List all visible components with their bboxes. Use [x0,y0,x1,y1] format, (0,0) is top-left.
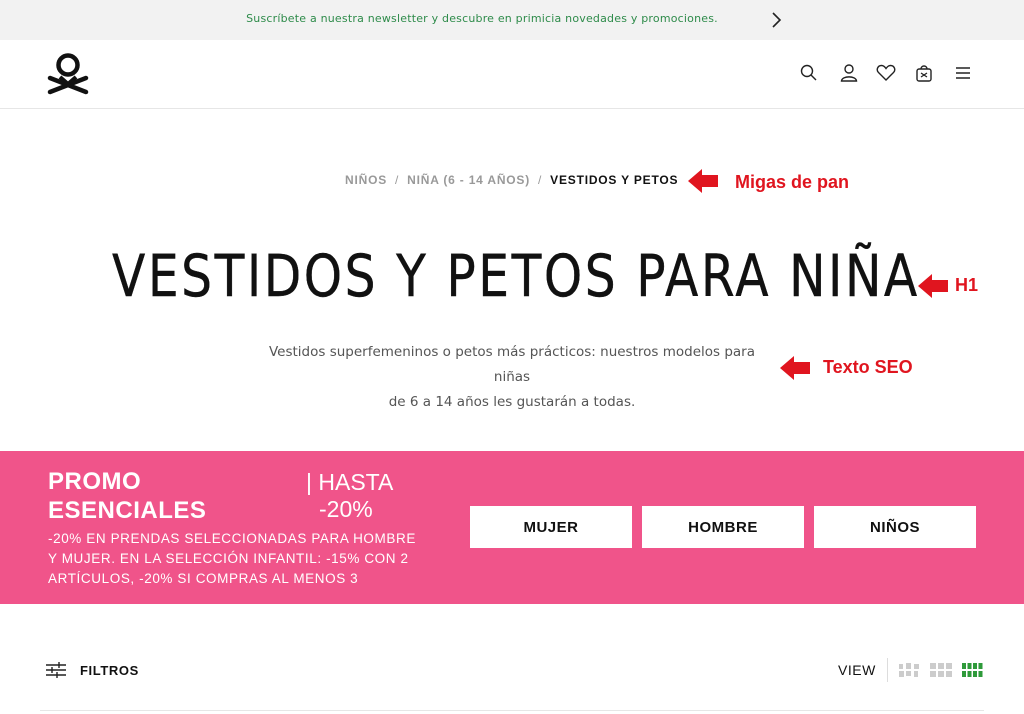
breadcrumb-separator: / [395,173,400,187]
filters-button[interactable]: FILTROS [44,658,139,682]
grid-small-icon[interactable] [961,662,985,678]
promo-button-hombre[interactable]: HOMBRE [642,506,804,548]
promo-title: PROMO ESENCIALES [48,467,206,525]
annotation-seo: Texto SEO [823,357,913,377]
filters-icon [46,662,66,678]
divider [887,658,888,682]
seo-text: Vestidos superfemeninos o petos más prác… [250,340,774,415]
promo-button-mujer[interactable]: MUJER [470,506,632,548]
annotation-arrow-icon [918,274,948,298]
breadcrumb-link-ninos[interactable]: NIÑOS [345,173,387,187]
menu-icon[interactable] [952,62,974,84]
promo-discount-label: | HASTA [306,469,394,495]
newsletter-text[interactable]: Suscríbete a nuestra newsletter y descub… [0,12,964,25]
promo-title-line: PROMO [48,468,142,495]
promo-button-ninos[interactable]: NIÑOS [814,506,976,548]
benetton-logo[interactable] [46,52,90,96]
annotation-arrow-icon [688,169,718,193]
newsletter-bar[interactable]: Suscríbete a nuestra newsletter y descub… [0,0,1024,40]
breadcrumb-current: VESTIDOS Y PETOS [550,173,679,187]
heart-icon[interactable] [875,62,897,84]
filters-label: FILTROS [80,662,139,678]
grid-medium-icon[interactable] [929,662,953,678]
seo-text-line: de 6 a 14 años les gustarán a todas. [388,394,636,410]
grid-large-icon[interactable] [897,662,921,678]
annotation-arrow-icon [780,356,810,380]
divider [40,710,984,711]
breadcrumb-separator: / [538,173,543,187]
seo-text-line: Vestidos superfemeninos o petos más prác… [268,344,756,385]
page-title: VESTIDOS Y PETOS PARA NIÑA [112,242,920,310]
promo-description: -20% EN PRENDAS SELECCIONADAS PARA HOMBR… [48,531,416,586]
user-icon[interactable] [838,62,860,84]
promo-banner: PROMO ESENCIALES | HASTA -20% -20% EN PR… [0,451,1024,604]
search-icon[interactable] [798,62,820,84]
bag-icon[interactable] [913,62,935,84]
promo-title-line: ESENCIALES [48,497,207,524]
chevron-right-icon[interactable] [768,10,786,30]
promo-discount-value: -20% [319,496,373,522]
promo-discount: | HASTA -20% [306,469,393,523]
breadcrumb-link-nina[interactable]: NIÑA (6 - 14 AÑOS) [407,173,530,187]
annotation-h1: H1 [955,275,979,295]
site-header [0,40,1024,109]
view-label: VIEW [838,662,876,678]
annotation-breadcrumb: Migas de pan [735,172,850,192]
